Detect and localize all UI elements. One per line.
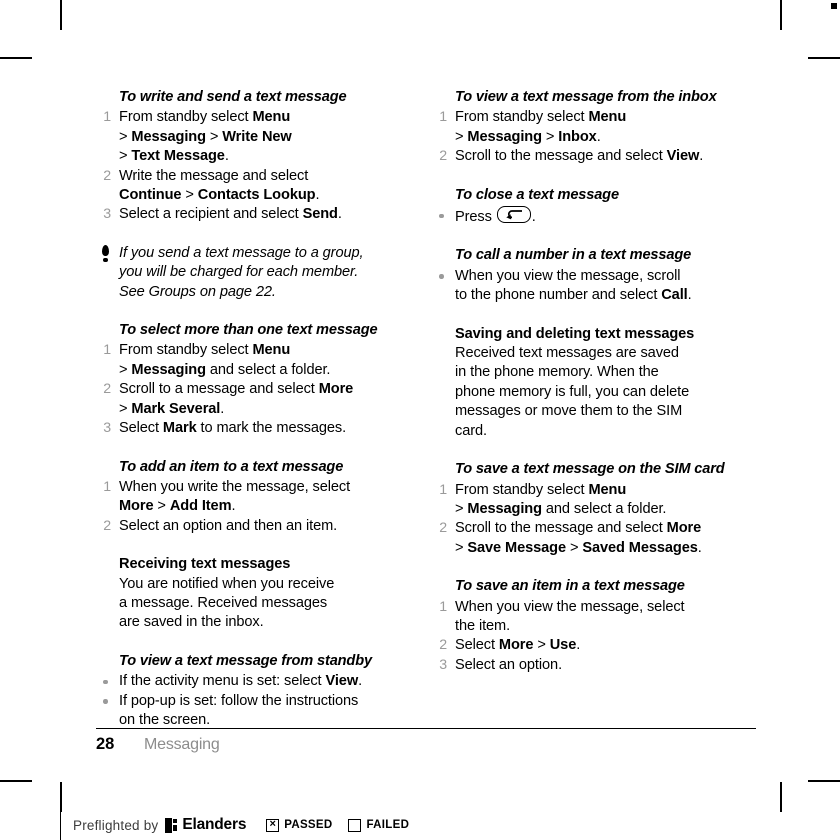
list-item: 2 Select More > Use. [432,636,744,655]
heading-close-text-message: To close a text message [455,186,619,203]
note-text: If you send a text message to a group, yo… [119,244,364,300]
back-key-icon [496,206,531,224]
step-number: 1 [439,598,447,615]
step-number: 3 [103,420,111,437]
heading-saving-deleting-text-messages: Saving and deleting text messages [455,325,695,342]
crop-mark-bottom-right-horizontal [808,780,840,782]
bullet-dot-icon [103,699,108,704]
crop-mark-bottom-left-horizontal [0,780,32,782]
step-number: 1 [103,478,111,495]
list-item: 2 Scroll to the message and select More > … [432,519,744,558]
right-column: To view a text message from the inbox 1F… [432,88,744,730]
failed-label: FAILED [366,819,410,831]
bullet-dot-icon [439,274,444,279]
step-number: 2 [439,520,447,537]
step-number: 2 [103,517,111,534]
left-column: To write and send a text message 1 From s… [96,88,408,730]
two-column-body: To write and send a text message 1 From s… [96,88,756,730]
list-item: 1 When you write the message, select More … [96,478,408,517]
failed-checkbox[interactable] [348,818,362,832]
heading-save-message-on-sim-card: To save a text message on the SIM card [455,461,725,478]
list-item: If the activity menu is set: select View… [96,672,408,691]
list-item: Press . [432,206,744,227]
list-item: 1 When you view the message, select the it… [432,598,744,637]
text-saving-deleting-text-messages: Received text messages are saved in the p… [455,345,690,439]
elanders-brand-name: Elanders [182,816,247,833]
text-receiving-text-messages: You are notified when you receive a messa… [119,575,335,631]
steps-select-more-than-one: 1 From standby select Menu > Messaging and… [96,341,408,438]
step-number: 3 [439,656,447,673]
page-number: 28 [96,735,115,753]
crop-mark-bottom-left-vertical [60,782,62,812]
list-item: 2 Write the message and select Continue > … [96,167,408,206]
step-number: 1 [439,481,447,498]
list-item: 2 Scroll to a message and select More > Ma… [96,380,408,419]
period-label: . [531,209,536,226]
heading-write-send-text-message: To write and send a text message [119,89,347,105]
steps-save-message-on-sim-card: 1 From standby select Menu > Messaging and… [432,481,744,559]
list-item: 3 Select a recipient and select Send. [96,205,408,224]
heading-receiving-text-messages: Receiving text messages [119,556,291,573]
list-item: 1 From standby select Menu > Messaging and… [432,481,744,520]
steps-save-item-in-text-message: 1 When you view the message, select the it… [432,598,744,676]
steps-add-item-to-text-message: 1 When you write the message, select More … [96,478,408,536]
steps-write-send-text-message: 1 From standby select Menu > Messaging > W… [96,108,408,224]
preflight-passed-status: × PASSED [266,817,333,832]
step-number: 3 [103,206,111,223]
heading-view-message-from-standby: To view a text message from standby [119,652,372,669]
list-item: 2 Scroll to the message and select View. [432,147,744,166]
step-number: 1 [103,342,111,359]
heading-select-more-than-one: To select more than one text message [119,322,378,339]
manual-page: To write and send a text message 1 From s… [0,0,840,780]
list-item: 1 From standby select Menu > Messaging > W… [96,108,408,166]
preflighted-by-label: Preflighted by [73,817,159,833]
passed-label: PASSED [284,819,333,831]
elanders-logo-icon [165,817,178,833]
step-number: 2 [439,148,447,165]
list-item: When you view the message, scroll to the … [432,267,744,306]
heading-call-number-in-text-message: To call a number in a text message [455,247,692,264]
bullet-dot-icon [439,213,444,219]
press-label: Press [455,209,492,226]
passed-check-mark: × [269,817,276,830]
page-footer: 28 Messaging [96,728,756,754]
list-item: 3 Select an option. [432,656,744,675]
list-item: If pop-up is set: follow the instruction… [96,692,408,731]
step-number: 2 [103,381,111,398]
step-number: 1 [439,109,447,126]
note-exclamation-icon [100,244,111,264]
list-item: 1 From standby select Menu > Messaging > I… [432,108,744,147]
step-number: 2 [103,167,111,184]
note-callout-group-charges: If you send a text message to a group, yo… [96,244,408,302]
bullets-call-number-in-text-message: When you view the message, scroll to the … [432,267,744,306]
passed-checkbox[interactable]: × [266,817,280,832]
bullets-close-text-message: Press . [432,206,744,227]
page-section-title: Messaging [144,736,220,753]
heading-add-item-to-text-message: To add an item to a text message [119,458,344,475]
bullets-view-message-from-standby: If the activity menu is set: select View… [96,672,408,730]
list-item: 2 Select an option and then an item. [96,517,408,536]
preflight-bar: Preflighted by Elanders × PASSED FAILED [60,810,409,840]
list-item: 1 From standby select Menu > Messaging and… [96,341,408,380]
crop-mark-bottom-right-vertical [780,782,782,812]
bullet-dot-icon [103,679,108,685]
step-number: 1 [103,109,111,126]
heading-save-item-in-text-message: To save an item in a text message [455,578,685,595]
list-item: 3 Select Mark to mark the messages. [96,419,408,438]
heading-view-message-from-inbox: To view a text message from the inbox [455,89,717,105]
step-number: 2 [439,637,447,654]
preflight-failed-status: FAILED [348,818,410,832]
steps-view-message-from-inbox: 1 From standby select Menu > Messaging > I… [432,108,744,166]
